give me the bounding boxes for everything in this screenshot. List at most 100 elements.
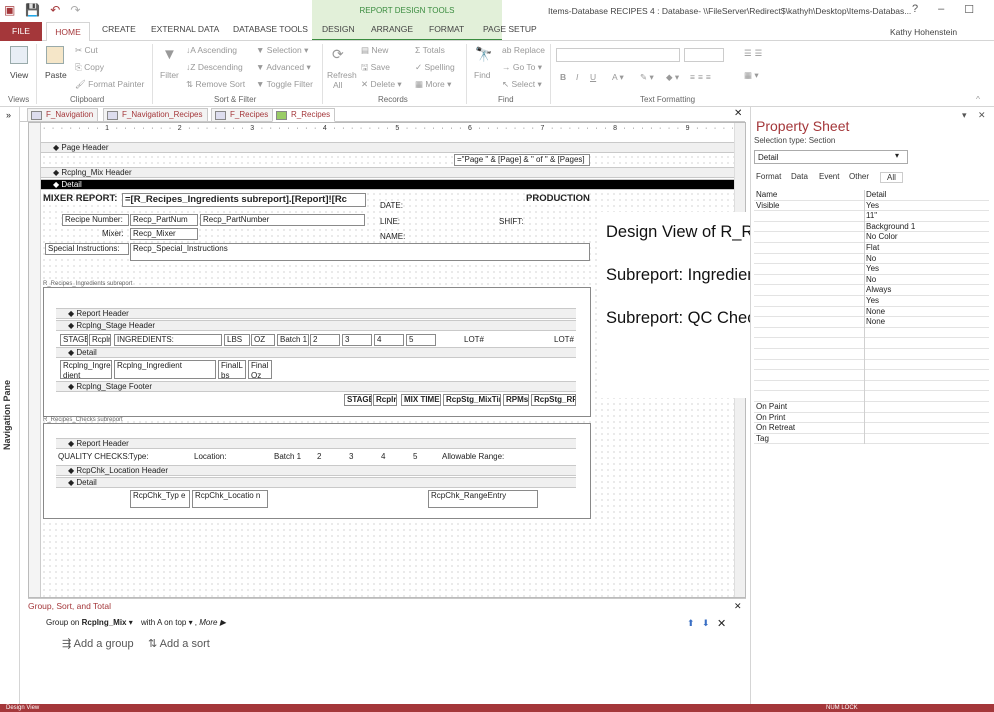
ingredients-label[interactable]: INGREDIENTS: — [114, 334, 222, 346]
minimize-button[interactable]: – — [938, 3, 944, 16]
stage-header-band[interactable]: ◆ Rcplng_Stage Header — [56, 320, 576, 331]
check-location-combo[interactable]: RcpChk_Locatio n — [192, 490, 268, 508]
property-value[interactable]: None — [866, 307, 885, 317]
property-row[interactable] — [754, 370, 989, 381]
ps-tab-event[interactable]: Event — [819, 172, 839, 181]
property-row[interactable]: 11" — [754, 211, 989, 222]
batch1-label[interactable]: Batch 1 — [277, 334, 309, 346]
location-header-band[interactable]: ◆ RcpChk_Location Header — [56, 465, 576, 476]
close-document-icon[interactable]: ✕ — [734, 108, 742, 119]
recipe-partnumber-combo[interactable]: Recp_PartNumber — [200, 214, 365, 226]
batch5-label[interactable]: 5 — [406, 334, 436, 346]
tab-file[interactable]: FILE — [0, 22, 42, 41]
replace-button[interactable]: ab Replace — [502, 45, 545, 55]
filter-icon[interactable]: ▼ — [162, 46, 177, 63]
tab-external-data[interactable]: EXTERNAL DATA — [151, 24, 219, 34]
doc-tab-f-recipes[interactable]: F_Recipes — [211, 108, 274, 122]
tab-arrange[interactable]: ARRANGE — [371, 24, 413, 34]
page-number-textbox[interactable]: ="Page " & [Page] & " of " & [Pages] — [454, 154, 590, 166]
line-label[interactable]: LINE: — [380, 217, 400, 227]
stage-label[interactable]: STAGE — [60, 334, 88, 346]
checks-batch5-label[interactable]: 5 — [413, 452, 417, 462]
group-on-row[interactable]: Group on Rcplng_Mix ▾ with A on top ▾ , … — [46, 618, 226, 627]
doc-tab-r-recipes[interactable]: R_Recipes — [272, 108, 336, 122]
property-value[interactable]: None — [866, 317, 885, 327]
page-header-area[interactable] — [41, 154, 734, 166]
ps-tab-all[interactable]: All — [880, 172, 903, 183]
property-value[interactable]: Always — [866, 285, 891, 295]
mix-header-band[interactable]: ◆ Rcplng_Mix Header — [41, 167, 734, 178]
paste-icon[interactable] — [46, 46, 64, 64]
advanced-button[interactable]: ▼ Advanced ▾ — [256, 62, 311, 73]
property-row[interactable] — [754, 349, 989, 360]
paste-button[interactable]: Paste — [45, 70, 67, 80]
goto-button[interactable]: → Go To ▾ — [502, 62, 542, 73]
tab-home[interactable]: HOME — [46, 22, 90, 42]
name-label[interactable]: NAME: — [380, 232, 405, 242]
descending-button[interactable]: ↓Z Descending — [186, 62, 243, 72]
navigation-pane-label[interactable]: Navigation Pane — [2, 380, 12, 450]
more-records-button[interactable]: ▦ More ▾ — [415, 79, 451, 90]
tab-format[interactable]: FORMAT — [429, 24, 464, 34]
checks-report-header-band[interactable]: ◆ Report Header — [56, 438, 576, 449]
property-row[interactable]: On Paint — [754, 402, 989, 413]
allowable-range-label[interactable]: Allowable Range: — [442, 452, 504, 462]
special-instructions-label[interactable]: Special Instructions: — [45, 243, 129, 255]
delete-group-icon[interactable]: ✕ — [717, 617, 726, 630]
property-row[interactable]: On Print — [754, 412, 989, 424]
property-value[interactable]: No — [866, 275, 876, 285]
sub-report-header-band[interactable]: ◆ Report Header — [56, 308, 576, 319]
ps-tab-other[interactable]: Other — [849, 172, 869, 181]
find-icon[interactable]: 🔭 — [475, 46, 492, 63]
property-value[interactable]: No — [866, 254, 876, 264]
mix-time-label[interactable]: MIX TIME: — [401, 394, 441, 406]
property-row[interactable]: Background 1 — [754, 221, 989, 233]
property-row[interactable]: Always — [754, 285, 989, 296]
property-row[interactable]: On Retreat — [754, 423, 989, 434]
footer-rcplr-field[interactable]: Rcplr — [373, 394, 397, 406]
property-row[interactable]: Yes — [754, 296, 989, 307]
user-name[interactable]: Kathy Hohenstein — [890, 27, 957, 37]
lot-label-1[interactable]: LOT# — [464, 335, 484, 345]
quality-checks-label[interactable]: QUALITY CHECKS: — [58, 452, 130, 462]
property-value[interactable]: Yes — [866, 296, 879, 306]
property-row[interactable]: Tag — [754, 433, 989, 445]
doc-tab-f-navigation[interactable]: F_Navigation — [27, 108, 99, 122]
collapse-ribbon-icon[interactable]: ^ — [976, 94, 980, 104]
copy-button[interactable]: ⎘ Copy — [75, 62, 104, 73]
group-field[interactable]: Rcplng_Mix — [82, 618, 127, 627]
add-group-button[interactable]: ⇶ Add a group — [62, 637, 134, 650]
spelling-button[interactable]: ✓ Spelling — [415, 62, 455, 73]
production-label[interactable]: PRODUCTION — [526, 194, 590, 204]
bold-icon[interactable]: B — [560, 72, 566, 82]
delete-record-button[interactable]: ✕ Delete ▾ — [361, 79, 402, 90]
stage-footer-band[interactable]: ◆ Rcplng_Stage Footer — [56, 381, 576, 392]
date-label[interactable]: DATE: — [380, 201, 403, 211]
ps-tab-data[interactable]: Data — [791, 172, 808, 181]
alt-row-color-icon[interactable]: ▦ ▾ — [744, 70, 759, 81]
font-color-icon[interactable]: A ▾ — [612, 72, 624, 83]
property-value[interactable]: 11" — [866, 211, 877, 221]
align-icons[interactable]: ≡≡≡ — [690, 72, 714, 82]
property-row[interactable]: Visible Yes — [754, 200, 989, 212]
more-link[interactable]: More ▶ — [199, 618, 226, 627]
footer-stage-label[interactable]: STAGE — [344, 394, 372, 406]
property-row[interactable]: Name Detail — [754, 190, 989, 201]
fill-color-icon[interactable]: ◆ ▾ — [666, 72, 679, 83]
property-row[interactable] — [754, 327, 989, 339]
view-button[interactable]: View — [10, 70, 28, 80]
nav-expand-icon[interactable]: » — [6, 110, 11, 120]
mix-time-field[interactable]: RcpStg_MixTim — [443, 394, 501, 406]
format-painter-button[interactable]: 🖌 Format Painter — [75, 79, 144, 90]
recipe-mixer-combo[interactable]: Recp_Mixer — [130, 228, 198, 240]
selection-button[interactable]: ▼ Selection ▾ — [256, 45, 308, 56]
final-lbs-field[interactable]: FinalL bs — [218, 360, 246, 379]
tab-create[interactable]: CREATE — [102, 24, 136, 34]
sub-detail-band[interactable]: ◆ Detail — [56, 347, 576, 358]
property-value[interactable]: No Color — [866, 232, 898, 242]
checks-batch3-label[interactable]: 3 — [349, 452, 353, 462]
font-name-select[interactable] — [556, 48, 680, 62]
page-header-band[interactable]: ◆ Page Header — [41, 142, 734, 153]
special-instructions-textbox[interactable]: Recp_Special_Instructions — [130, 243, 590, 261]
lbs-label[interactable]: LBS — [224, 334, 250, 346]
